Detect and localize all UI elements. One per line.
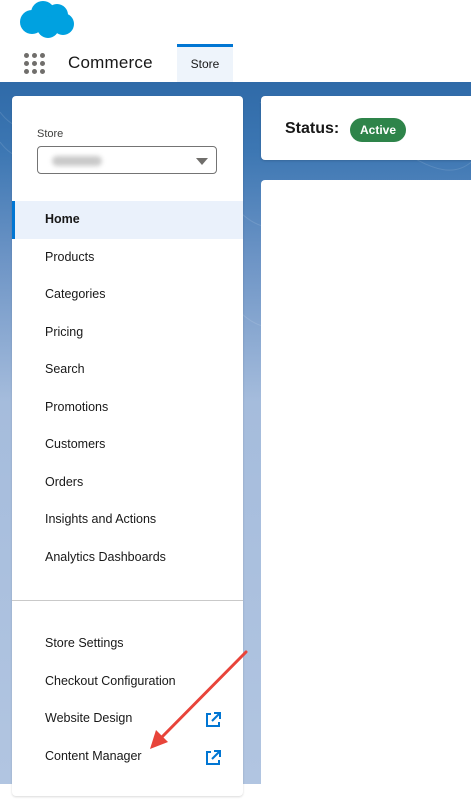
sidebar-item-label: Promotions <box>45 399 109 414</box>
external-link-icon[interactable] <box>205 749 221 766</box>
sidebar-item-label: Store Settings <box>45 636 124 650</box>
global-header: Commerce Store <box>0 0 471 82</box>
sidebar-nav: Home Products Categories Pricing Search … <box>12 201 243 576</box>
sidebar-item-label: Products <box>45 249 95 264</box>
sidebar-item-promotions[interactable]: Promotions <box>12 389 243 427</box>
sidebar-item-label: Pricing <box>45 324 84 339</box>
sidebar-item-store-settings[interactable]: Store Settings <box>12 625 243 663</box>
sidebar-item-label: Website Design <box>45 711 133 725</box>
sidebar-item-checkout-configuration[interactable]: Checkout Configuration <box>12 663 243 701</box>
sidebar-item-label: Checkout Configuration <box>45 673 176 688</box>
sidebar-item-search[interactable]: Search <box>12 351 243 389</box>
sidebar-item-orders[interactable]: Orders <box>12 464 243 502</box>
sidebar-item-customers[interactable]: Customers <box>12 426 243 464</box>
sidebar-item-label: Customers <box>45 437 106 451</box>
sidebar-item-insights[interactable]: Insights and Actions <box>12 501 243 539</box>
main-content-card <box>261 180 471 800</box>
store-select-value-obscured <box>52 156 102 166</box>
sidebar-item-content-manager[interactable]: Content Manager <box>12 738 243 776</box>
tab-store[interactable]: Store <box>177 44 233 82</box>
sidebar-item-analytics-dashboards[interactable]: Analytics Dashboards <box>12 539 243 577</box>
store-select-label: Store <box>37 128 64 140</box>
sidebar-item-label: Categories <box>45 287 106 301</box>
salesforce-logo <box>20 1 74 38</box>
store-sidebar: Store Home Products Categories Pricing S… <box>12 96 243 796</box>
sidebar-item-label: Home <box>45 212 80 226</box>
app-launcher-icon[interactable] <box>24 53 46 75</box>
sidebar-item-label: Search <box>45 362 85 376</box>
sidebar-item-products[interactable]: Products <box>12 239 243 277</box>
sidebar-item-categories[interactable]: Categories <box>12 276 243 314</box>
app-name: Commerce <box>68 53 153 72</box>
status-label: Status: <box>285 120 340 137</box>
sidebar-item-pricing[interactable]: Pricing <box>12 314 243 352</box>
sidebar-item-label: Analytics Dashboards <box>45 549 166 564</box>
status-card: Status: Active <box>261 96 471 160</box>
sidebar-item-website-design[interactable]: Website Design <box>12 700 243 738</box>
sidebar-item-label: Insights and Actions <box>45 512 157 526</box>
sidebar-item-label: Orders <box>45 474 84 489</box>
sidebar-settings-nav: Store Settings Checkout Configuration We… <box>12 625 243 775</box>
sidebar-item-home[interactable]: Home <box>12 201 243 239</box>
status-badge: Active <box>350 118 407 142</box>
sidebar-divider <box>12 600 243 601</box>
external-link-icon[interactable] <box>205 712 221 728</box>
store-select[interactable] <box>37 146 217 174</box>
chevron-down-icon <box>196 158 208 165</box>
sidebar-item-label: Content Manager <box>45 748 142 763</box>
